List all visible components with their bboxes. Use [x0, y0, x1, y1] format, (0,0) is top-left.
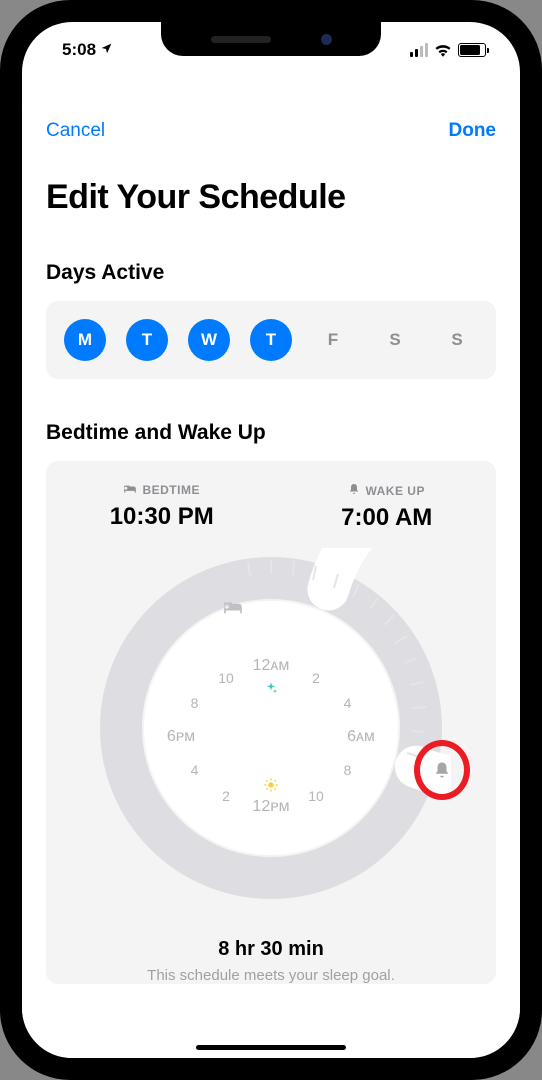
day-toggle-wed[interactable]: W: [188, 319, 230, 361]
clock-2-bottom: 2: [222, 788, 230, 804]
clock-2-top: 2: [312, 670, 320, 686]
screen: 5:08 Cancel Done Edit Your Sc: [22, 22, 520, 1058]
bedtime-wakeup-heading: Bedtime and Wake Up: [46, 421, 496, 445]
day-toggle-sat[interactable]: S: [374, 319, 416, 361]
battery-icon: [458, 43, 486, 57]
cellular-signal-icon: [410, 43, 428, 57]
wakeup-value: 7:00 AM: [341, 504, 432, 532]
clock-6pm: 6ᴘᴍ: [167, 728, 195, 746]
sleep-goal-text: This schedule meets your sleep goal.: [46, 967, 496, 984]
days-picker: M T W T F S S: [46, 301, 496, 379]
wakeup-column: WAKE UP 7:00 AM: [341, 483, 432, 532]
stars-icon: [263, 681, 279, 697]
bell-icon: [348, 483, 360, 498]
clock-10-right: 10: [308, 788, 324, 804]
wifi-icon: [434, 43, 452, 57]
clock-8-right: 8: [344, 762, 352, 778]
day-toggle-thu[interactable]: T: [250, 319, 292, 361]
sun-icon: [263, 777, 279, 793]
clock-8-left: 8: [191, 695, 199, 711]
done-button[interactable]: Done: [449, 120, 497, 142]
annotation-highlight: [414, 740, 470, 800]
bed-icon: [123, 483, 137, 497]
day-toggle-sun[interactable]: S: [436, 319, 478, 361]
sheet-content: Cancel Done Edit Your Schedule Days Acti…: [22, 98, 520, 1058]
clock-12pm: 12ᴘᴍ: [252, 798, 289, 816]
day-toggle-tue[interactable]: T: [126, 319, 168, 361]
day-toggle-mon[interactable]: M: [64, 319, 106, 361]
bedtime-value: 10:30 PM: [110, 503, 214, 531]
status-time: 5:08: [62, 40, 96, 60]
speaker-grille: [211, 36, 271, 43]
clock-12am: 12ᴀᴍ: [253, 657, 290, 675]
bedtime-label: BEDTIME: [142, 483, 200, 497]
home-indicator[interactable]: [196, 1045, 346, 1050]
sleep-dial[interactable]: 12ᴀᴍ 2 4 6ᴀᴍ 8 10 12ᴘᴍ 2 4 6ᴘᴍ 8 10: [46, 548, 496, 918]
days-active-heading: Days Active: [46, 261, 496, 285]
clock-10-left: 10: [218, 670, 234, 686]
front-camera: [321, 34, 332, 45]
page-title: Edit Your Schedule: [46, 178, 496, 217]
day-toggle-fri[interactable]: F: [312, 319, 354, 361]
wakeup-label: WAKE UP: [365, 484, 425, 498]
navigation-bar: Cancel Done: [46, 98, 496, 152]
volume-up-button: [0, 210, 2, 280]
notch: [161, 22, 381, 56]
phone-frame: 5:08 Cancel Done Edit Your Sc: [0, 0, 542, 1080]
mute-switch: [0, 140, 2, 180]
location-icon: [100, 40, 113, 60]
volume-down-button: [0, 300, 2, 370]
schedule-card: BEDTIME 10:30 PM WAKE UP 7:00 AM: [46, 461, 496, 984]
cancel-button[interactable]: Cancel: [46, 120, 105, 142]
bedtime-column: BEDTIME 10:30 PM: [110, 483, 214, 532]
clock-4-bottom: 4: [191, 762, 199, 778]
clock-6am: 6ᴀᴍ: [347, 728, 375, 746]
sleep-duration: 8 hr 30 min: [46, 938, 496, 961]
clock-4-top: 4: [344, 695, 352, 711]
bedtime-handle[interactable]: [222, 599, 244, 615]
